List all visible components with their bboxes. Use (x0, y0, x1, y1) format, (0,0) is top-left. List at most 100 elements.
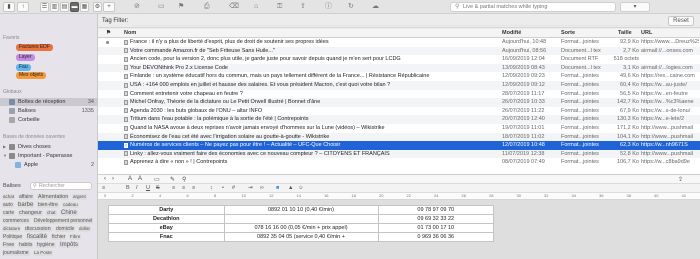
info-icon[interactable]: ⓘ (325, 2, 332, 12)
tag-cloud-item[interactable]: hygiène (36, 242, 56, 248)
text-larger-icon[interactable]: A (138, 176, 142, 182)
numbered-list-icon[interactable]: # (232, 185, 235, 191)
tag-cloud-item[interactable]: affaire (18, 194, 34, 200)
align-right-icon[interactable]: ≡ (192, 185, 195, 191)
doc-icon[interactable]: ▭ (158, 2, 165, 12)
sidebar-item-tags[interactable]: Balises 1335 (0, 107, 97, 115)
text-smaller-icon[interactable]: A (128, 176, 132, 182)
tag-cloud-item[interactable]: bien-être (37, 202, 59, 208)
tag-cloud-item[interactable]: dollar (78, 226, 92, 232)
table-row[interactable]: Comment entretenir votre chapeau en feut… (98, 90, 700, 99)
flag-column-icon[interactable]: ⚑ (106, 30, 111, 36)
sidebar-item-database[interactable]: ▶ Dives choses (0, 143, 97, 151)
column-url[interactable]: URL (641, 30, 652, 36)
print-icon[interactable]: ⎙ (204, 2, 210, 12)
table-row[interactable]: Votre commande Amazon.fr de "Seb Friteus… (98, 46, 700, 56)
highlight-icon[interactable]: ▲ (288, 185, 293, 191)
disclosure-triangle-icon[interactable]: ▼ (3, 152, 7, 160)
view-columns-icon[interactable]: ▥ (50, 2, 59, 12)
lock-icon[interactable]: ⚿ (277, 2, 282, 12)
cloud-icon[interactable]: ☁ (372, 2, 379, 12)
italic-icon[interactable]: I (136, 185, 138, 191)
list-style-icon[interactable]: ≡ (102, 185, 105, 191)
align-center-icon[interactable]: ≡ (182, 185, 185, 191)
back-icon[interactable]: ‹ (104, 176, 106, 182)
search-input[interactable] (463, 3, 613, 11)
link-icon[interactable]: ⊘ (134, 2, 140, 12)
gear-icon[interactable]: ⚙ (93, 2, 102, 12)
share-icon[interactable]: ↑ (17, 2, 29, 12)
tag-cloud-item[interactable]: Politique (2, 234, 24, 240)
tag-icon[interactable]: ⌂ (254, 2, 258, 12)
column-size[interactable]: Taille (618, 30, 632, 36)
tag-cloud-item[interactable]: commerces (2, 218, 30, 224)
tag-cloud-item[interactable]: Développement personnel (33, 218, 94, 224)
ruler[interactable]: 0 2 4 6 8 10 12 14 16 18 20 22 24 26 28 30 32 34 36 38 40 42 (98, 193, 700, 200)
tag-search-input[interactable]: ⚲ Rechercher (30, 182, 92, 190)
sync-icon[interactable]: ↻ (348, 2, 354, 12)
column-modified[interactable]: Modifié (502, 30, 521, 36)
table-row[interactable]: France : il n'y a plus de liberté d'espr… (98, 38, 700, 47)
tag-cloud-item[interactable]: achat (2, 194, 16, 200)
sidebar-toggle-icon[interactable]: ▮ (3, 2, 15, 12)
sidebar-item-folder[interactable]: Apple 2 (0, 161, 97, 169)
emoji-icon[interactable]: ☺ (298, 185, 304, 191)
table-row[interactable]: Numéros de services clients – Ne payez p… (98, 141, 700, 150)
table-row[interactable]: Apprenez à dire « non » ! | Contrepoints… (98, 158, 700, 167)
tag-cloud-item[interactable]: Fibre (69, 234, 82, 240)
tag-cloud-item[interactable]: Alimentation (37, 194, 70, 200)
tag-cloud-item[interactable]: barbe (17, 202, 35, 208)
search-scope-dropdown[interactable]: ▾ (620, 2, 650, 12)
link-icon[interactable]: ∞ (260, 185, 264, 191)
column-name[interactable]: Nom (124, 30, 136, 36)
table-row[interactable]: Quand la NASA avoue à deux reprises n'av… (98, 124, 700, 133)
bold-icon[interactable]: B (126, 185, 130, 191)
edit-icon[interactable]: ✎ (170, 176, 175, 183)
strikethrough-icon[interactable]: S (156, 185, 160, 191)
table-row[interactable]: Linky : allez-vous vraiment faire des éc… (98, 149, 700, 159)
add-button[interactable]: + (103, 2, 115, 12)
document-icon[interactable]: ▭ (154, 176, 160, 183)
table-row[interactable]: USA : +164 000 emplois en juillet et hau… (98, 81, 700, 90)
tag-cloud-item[interactable]: habits (18, 242, 34, 248)
tag-cloud-item[interactable]: chat (46, 210, 57, 216)
favorite-tag[interactable]: Layer (16, 54, 35, 61)
table-row[interactable]: Finlande : un système éducatif hors du c… (98, 72, 700, 81)
sidebar-item-inbox[interactable]: Boîtes de réception 34 (0, 98, 97, 106)
table-row[interactable]: Agenda 2030 : les buts globaux de l'ONU … (98, 107, 700, 116)
tag-cloud-item[interactable]: changeur (18, 210, 43, 216)
column-sort[interactable]: Sorte (561, 30, 575, 36)
sidebar-item-trash[interactable]: Corbeille (0, 116, 97, 124)
tag-cloud-item[interactable]: fiscalité (26, 234, 49, 240)
tag-cloud-item[interactable]: domicile (55, 226, 76, 232)
table-row[interactable]: Your DEVONthink Pro 2.x License Code 13/0… (98, 63, 700, 73)
tag-cloud-item[interactable]: dictature (2, 226, 22, 232)
table-row[interactable]: Économisez de l'eau cet été avec l'irrig… (98, 132, 700, 142)
tag-cloud-item[interactable]: argent (72, 194, 87, 200)
tag-filter-input[interactable] (132, 16, 662, 26)
trash-icon[interactable]: ⌫ (229, 2, 239, 12)
table-row[interactable]: Tritium dans l'eau potable : la polémiqu… (98, 115, 700, 124)
tag-cloud-item[interactable]: discussion (24, 226, 52, 232)
table-row[interactable]: Michel Onfray, Théorie de la dictature o… (98, 98, 700, 107)
tag-cloud-item[interactable]: fichier (51, 234, 67, 240)
tag-cloud-item[interactable]: Free (2, 242, 16, 248)
underline-icon[interactable]: U (146, 185, 150, 191)
view-widescreen-icon[interactable]: ▬ (70, 2, 79, 12)
disclosure-triangle-icon[interactable]: ▶ (3, 143, 6, 151)
sidebar-item-database[interactable]: ▼ Important - Paperasse (0, 152, 97, 160)
tag-cloud-item[interactable]: Chine (60, 210, 78, 216)
document-view[interactable]: Darty 0892 01 10 10 (0,40 €/min) 09 78 97 … (98, 200, 700, 259)
search-field[interactable]: ⚲ (450, 2, 616, 12)
table-row[interactable]: Ancien code, pour la version 2, donc plu… (98, 55, 700, 64)
reset-button[interactable]: Reset (668, 16, 694, 26)
link-icon[interactable]: ⚲ (182, 176, 186, 183)
share-icon[interactable]: ⇪ (678, 176, 683, 183)
line-spacing-icon[interactable]: ↕ (210, 185, 213, 191)
view-list-icon[interactable]: ☰ (40, 2, 49, 12)
flag-icon[interactable]: ⚑ (178, 2, 184, 12)
forward-icon[interactable]: › (112, 176, 114, 182)
tag-cloud-item[interactable]: carte (2, 210, 16, 216)
tag-cloud-item[interactable]: cadeau (62, 202, 79, 208)
view-icon-icon[interactable]: ▦ (80, 2, 89, 12)
